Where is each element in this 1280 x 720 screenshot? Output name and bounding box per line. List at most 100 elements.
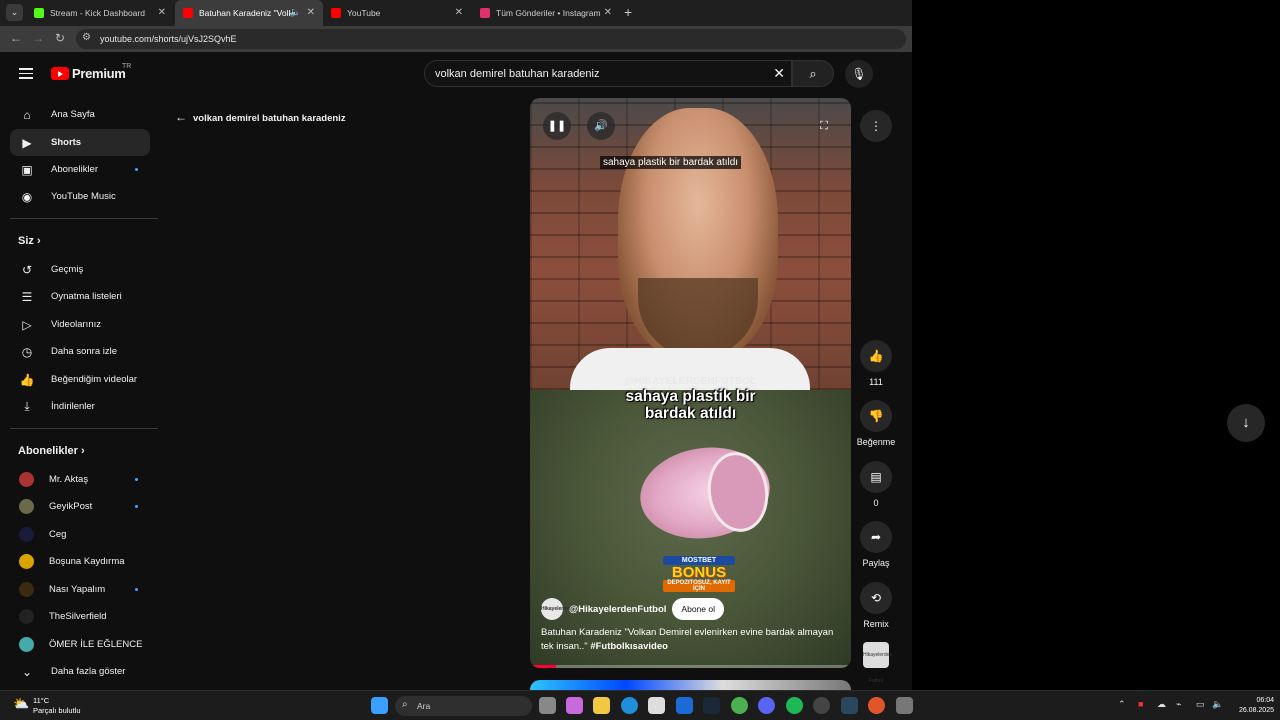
search-button[interactable]: ⌕ — [792, 60, 834, 87]
download-icon: ⤓ — [24, 399, 30, 413]
microphone-icon: 🎙 — [851, 67, 867, 81]
sidebar-item-liked-videos[interactable]: 👍 Beğendiğim videolar — [10, 366, 150, 393]
clear-search-icon[interactable]: ✕ — [773, 65, 785, 82]
sidebar-item-youtube-music[interactable]: ◉ YouTube Music — [10, 183, 150, 210]
progress-fill — [530, 665, 556, 668]
like-action: 👍 111 — [856, 340, 896, 387]
tray-app-icon[interactable]: ■ — [1138, 699, 1143, 709]
obs-icon[interactable] — [813, 697, 830, 714]
channel-name[interactable]: @HikayelerdenFutbol — [569, 604, 666, 615]
remix-button[interactable]: ⟲ — [860, 582, 892, 614]
sidebar-item-history[interactable]: ↺ Geçmiş — [10, 256, 150, 283]
sidebar-channel-item[interactable]: TheSilverfield — [10, 603, 150, 630]
channel-avatar — [19, 499, 34, 514]
sound-thumbnail[interactable]: Hikayelerden Futbol — [863, 642, 892, 684]
subscriptions-section-heading[interactable]: Abonelikler › — [18, 445, 85, 457]
voice-search-button[interactable]: 🎙 — [845, 60, 873, 88]
sidebar-channel-item[interactable]: Boşuna Kaydırma — [10, 548, 150, 575]
display-icon[interactable]: ▭ — [1196, 699, 1205, 710]
sidebar-item-downloads[interactable]: ⤓ İndirilenler — [10, 393, 150, 420]
youtube-favicon-icon — [331, 8, 341, 18]
channel-avatar[interactable]: Hikayelerden Futbol — [541, 598, 572, 634]
progress-bar[interactable] — [530, 665, 851, 668]
fullscreen-button[interactable]: ⛶ — [810, 112, 838, 140]
menu-icon[interactable] — [19, 68, 33, 79]
next-short-preview[interactable] — [530, 680, 851, 690]
app-icon[interactable] — [896, 697, 913, 714]
sidebar-item-shorts[interactable]: ▶ Shorts — [10, 129, 150, 156]
tab-youtube[interactable]: YouTube ✕ — [323, 0, 471, 26]
next-short-button[interactable]: ↓ — [1227, 404, 1265, 442]
back-to-results-link[interactable]: ← volkan demirel batuhan karadeniz — [175, 110, 346, 124]
network-icon[interactable]: ⌁ — [1176, 699, 1181, 710]
discord-icon[interactable] — [758, 697, 775, 714]
windows-start-icon[interactable] — [371, 697, 388, 714]
cloud-icon[interactable]: ☁ — [1157, 699, 1166, 710]
sidebar-channel-item[interactable]: Ceg — [10, 521, 150, 548]
task-view-icon[interactable] — [539, 697, 556, 714]
clock[interactable]: 06:04 26.08.2025 — [1228, 696, 1274, 716]
fullscreen-icon: ⛶ — [820, 120, 828, 132]
speaker-tab-icon[interactable]: 🔈 — [290, 7, 301, 18]
you-section-heading[interactable]: Siz › — [18, 235, 41, 247]
short-description[interactable]: Batuhan Karadeniz "Volkan Demirel evleni… — [541, 626, 841, 654]
tab-search-button[interactable]: ⌄ — [6, 4, 23, 21]
spotify-icon[interactable] — [786, 697, 803, 714]
sidebar-channel-item[interactable]: ÖMER İLE EĞLENCE — [10, 631, 150, 658]
chevron-up-icon[interactable]: ⌃ — [1118, 699, 1126, 710]
weather-icon[interactable]: ⛅ — [13, 696, 31, 714]
sidebar-show-more[interactable]: ⌄ Daha fazla göster — [10, 658, 150, 685]
reload-icon[interactable]: ↻ — [55, 31, 65, 45]
pause-button[interactable]: ❚❚ — [543, 112, 571, 140]
sidebar-item-home[interactable]: ⌂ Ana Sayfa — [10, 101, 150, 128]
chrome-icon[interactable] — [731, 697, 748, 714]
tab-instagram[interactable]: Tüm Gönderiler • Instagram ✕ — [472, 0, 620, 26]
comments-button[interactable]: ▤ — [860, 461, 892, 493]
tab-batuhan-short[interactable]: Batuhan Karadeniz "Volkan 🔈 ✕ — [175, 0, 323, 26]
subscribe-button[interactable]: Abone ol — [672, 598, 724, 620]
steam-icon[interactable] — [703, 697, 720, 714]
sidebar-item-your-videos[interactable]: ▷ Videolarınız — [10, 311, 150, 338]
volume-button[interactable]: 🔊 — [587, 112, 615, 140]
more-vertical-icon: ⋮ — [870, 119, 882, 133]
edge-icon[interactable] — [621, 697, 638, 714]
youtube-premium-logo[interactable]: Premium — [51, 66, 126, 81]
speaker-icon[interactable]: 🔈 — [1212, 699, 1223, 710]
like-button[interactable]: 👍 — [860, 340, 892, 372]
search-input[interactable]: volkan demirel batuhan karadeniz ✕ — [424, 60, 792, 87]
channel-row: Hikayelerden Futbol @HikayelerdenFutbol … — [541, 598, 724, 634]
site-info-icon[interactable]: ⚙ — [82, 32, 91, 43]
weather-widget[interactable]: 11°C Parçalı bulutlu — [33, 696, 81, 716]
more-options-button[interactable]: ⋮ — [860, 110, 892, 142]
taskbar-search[interactable]: ⌕ Ara — [395, 696, 532, 716]
shorts-player[interactable]: ❚❚ 🔊 ⛶ sahaya plastik bir bardak atıldı … — [530, 98, 851, 668]
close-tab-icon[interactable]: ✕ — [604, 7, 612, 18]
close-tab-icon[interactable]: ✕ — [455, 7, 463, 18]
sidebar-channel-item[interactable]: Nası Yapalım — [10, 576, 150, 603]
new-content-dot — [135, 168, 138, 171]
sidebar-item-subscriptions[interactable]: ▣ Abonelikler — [10, 156, 150, 183]
new-tab-button[interactable]: + — [624, 4, 632, 20]
sidebar-item-watch-later[interactable]: ◷ Daha sonra izle — [10, 338, 150, 365]
app-icon[interactable] — [868, 697, 885, 714]
share-button[interactable]: ➦ — [860, 521, 892, 553]
copilot-icon[interactable] — [566, 697, 583, 714]
back-arrow-icon[interactable]: ← — [10, 31, 22, 45]
close-tab-icon[interactable]: ✕ — [307, 7, 315, 18]
sidebar-item-playlists[interactable]: ☰ Oynatma listeleri — [10, 283, 150, 310]
dislike-button[interactable]: 👎 — [860, 400, 892, 432]
hashtag-link[interactable]: #Futbolkısavideo — [590, 641, 668, 652]
sidebar-channel-item[interactable]: GeyikPost — [10, 493, 150, 520]
file-explorer-icon[interactable] — [593, 697, 610, 714]
tab-kick-dashboard[interactable]: Stream - Kick Dashboard ✕ — [26, 0, 174, 26]
sponsor-banner: MOSTBET BONUS DEPOZITOSUZ, KAYIT İÇİN — [663, 556, 735, 600]
close-tab-icon[interactable]: ✕ — [158, 7, 166, 18]
sidebar-channel-item[interactable]: Mr. Aktaş — [10, 466, 150, 493]
thumbs-down-icon: 👎 — [868, 409, 884, 423]
channel-avatar — [19, 527, 34, 542]
steam-app-icon[interactable] — [841, 697, 858, 714]
forward-arrow-icon[interactable]: → — [32, 31, 44, 45]
store-icon[interactable] — [648, 697, 665, 714]
outlook-icon[interactable] — [676, 697, 693, 714]
address-bar[interactable]: ⚙ youtube.com/shorts/ujVsJ2SQvhE — [76, 29, 906, 49]
